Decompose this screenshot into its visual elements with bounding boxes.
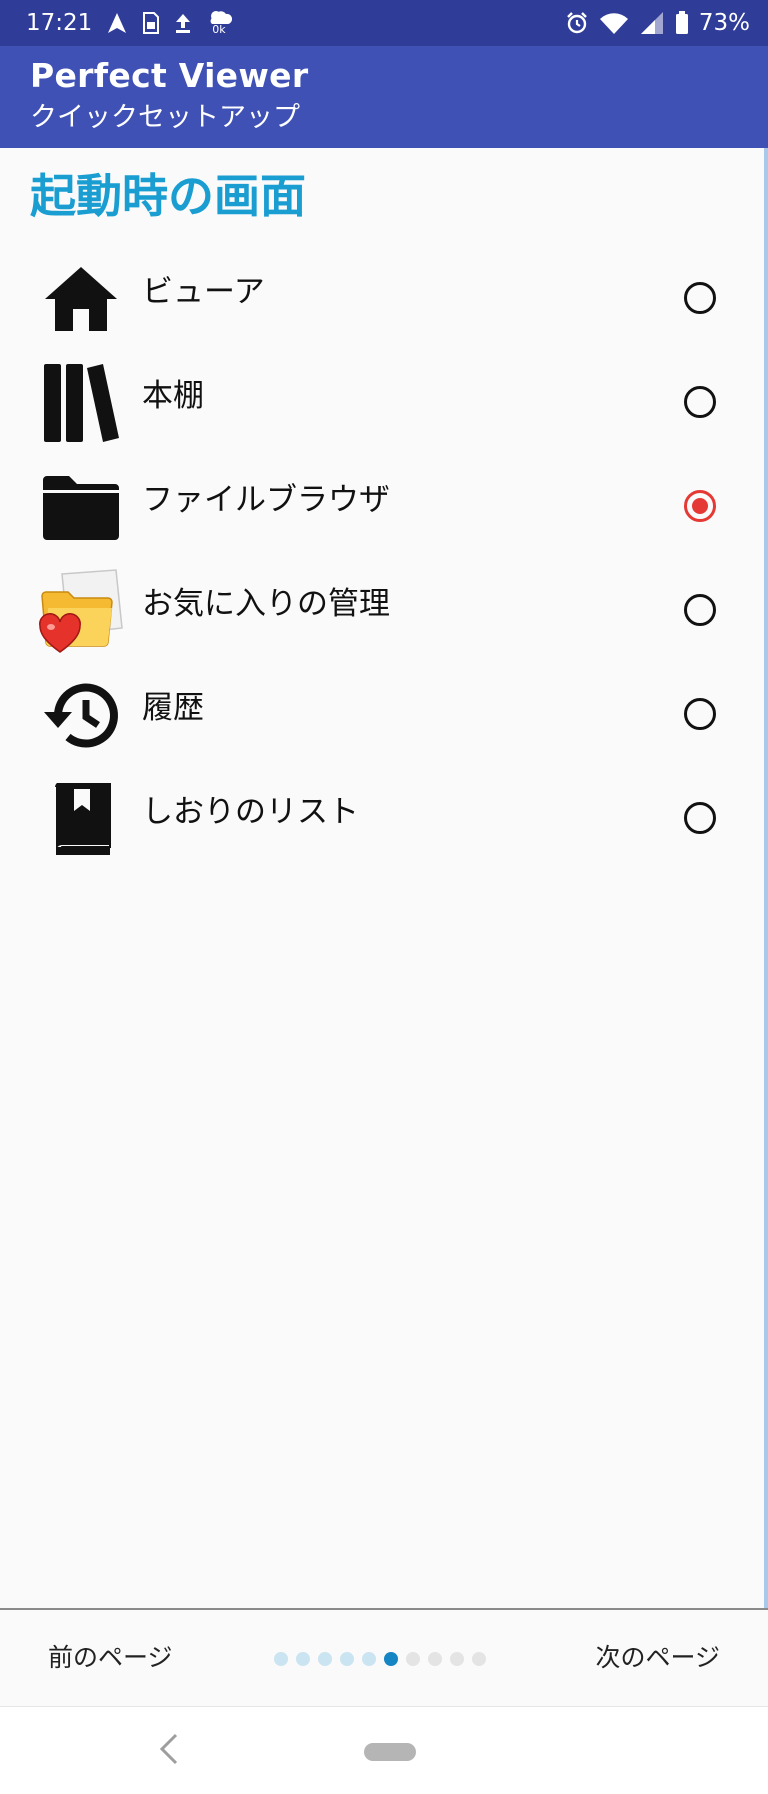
home-pill-button[interactable] bbox=[364, 1743, 416, 1761]
option-label: ビューア bbox=[142, 274, 265, 310]
app-subtitle: クイックセットアップ bbox=[30, 102, 300, 133]
page-dot bbox=[472, 1652, 486, 1666]
upload-icon bbox=[174, 12, 192, 34]
wifi-icon bbox=[599, 11, 629, 35]
scroll-edge-indicator bbox=[764, 148, 768, 1708]
data-rate: 0k bbox=[212, 23, 226, 36]
page-dot bbox=[340, 1652, 354, 1666]
wizard-footer: 前のページ 次のページ bbox=[0, 1610, 768, 1706]
folder-icon bbox=[38, 464, 124, 550]
option-label: ファイルブラウザ bbox=[142, 482, 390, 518]
radio-favorites[interactable] bbox=[684, 594, 716, 626]
weather-icon: 0k bbox=[206, 8, 234, 38]
page-dot bbox=[274, 1652, 288, 1666]
page-dot bbox=[362, 1652, 376, 1666]
home-icon bbox=[38, 256, 124, 342]
radio-file-browser[interactable] bbox=[684, 490, 716, 522]
option-label: しおりのリスト bbox=[142, 794, 359, 830]
page-dot-current bbox=[384, 1652, 398, 1666]
app-bar: Perfect Viewer クイックセットアップ bbox=[0, 46, 768, 148]
page-dot bbox=[450, 1652, 464, 1666]
back-icon[interactable] bbox=[154, 1729, 184, 1769]
option-viewer[interactable]: ビューア bbox=[0, 246, 768, 350]
radio-viewer[interactable] bbox=[684, 282, 716, 314]
page-dot bbox=[296, 1652, 310, 1666]
bookmark-book-icon bbox=[38, 776, 124, 862]
startup-screen-options: ビューア 本棚 ファイルブラウザ お気に入りの管理 履歴 しおりのリスト bbox=[0, 246, 768, 870]
option-label: 本棚 bbox=[142, 378, 204, 414]
status-right: 73% bbox=[565, 10, 750, 36]
signal-icon bbox=[639, 11, 665, 35]
radio-history[interactable] bbox=[684, 698, 716, 730]
previous-page-button[interactable]: 前のページ bbox=[48, 1640, 173, 1676]
navigation-arrow-icon bbox=[106, 12, 128, 34]
page-dot bbox=[318, 1652, 332, 1666]
radio-bookmarks[interactable] bbox=[684, 802, 716, 834]
history-icon bbox=[38, 672, 124, 758]
option-favorites[interactable]: お気に入りの管理 bbox=[0, 558, 768, 662]
system-nav-bar bbox=[0, 1706, 768, 1794]
option-bookmarks[interactable]: しおりのリスト bbox=[0, 766, 768, 870]
option-bookshelf[interactable]: 本棚 bbox=[0, 350, 768, 454]
favorite-folder-icon bbox=[38, 568, 124, 654]
section-title: 起動時の画面 bbox=[30, 169, 306, 223]
battery-icon bbox=[675, 11, 689, 35]
page-indicator bbox=[274, 1652, 486, 1666]
status-bar: 17:21 0k 73% bbox=[0, 0, 768, 46]
sim-card-icon bbox=[142, 12, 160, 34]
option-label: 履歴 bbox=[142, 690, 204, 726]
alarm-icon bbox=[565, 11, 589, 35]
page-dot bbox=[428, 1652, 442, 1666]
status-time: 17:21 bbox=[26, 10, 93, 36]
next-page-button[interactable]: 次のページ bbox=[595, 1640, 720, 1676]
app-title: Perfect Viewer bbox=[30, 56, 309, 95]
option-history[interactable]: 履歴 bbox=[0, 662, 768, 766]
option-file-browser[interactable]: ファイルブラウザ bbox=[0, 454, 768, 558]
page-dot bbox=[406, 1652, 420, 1666]
bookshelf-icon bbox=[38, 360, 124, 446]
status-left: 17:21 0k bbox=[26, 8, 234, 38]
option-label: お気に入りの管理 bbox=[142, 586, 390, 622]
radio-bookshelf[interactable] bbox=[684, 386, 716, 418]
battery-level: 73% bbox=[698, 10, 750, 36]
